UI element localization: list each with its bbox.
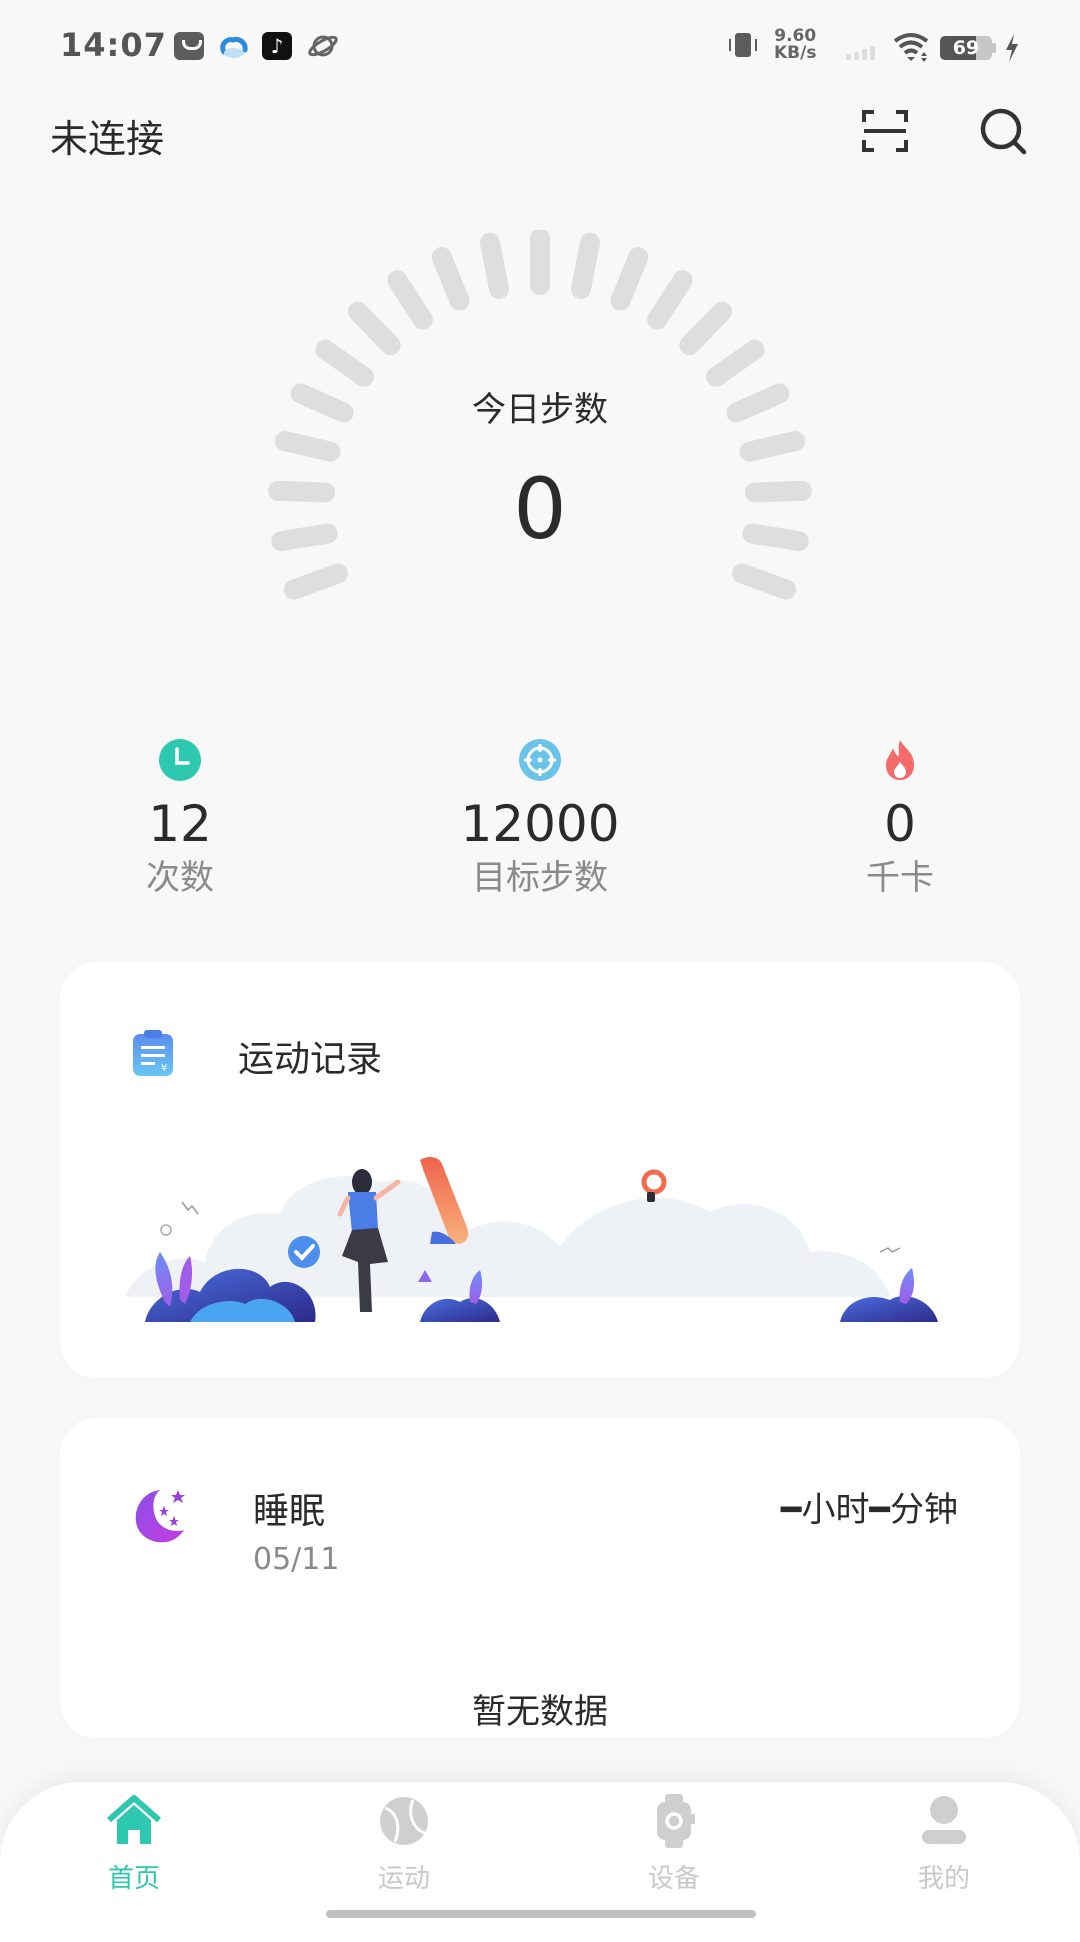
clipboard-icon: ¥ bbox=[133, 1030, 173, 1076]
clock-icon bbox=[159, 739, 201, 781]
home-indicator[interactable] bbox=[326, 1910, 756, 1918]
cloud-icon bbox=[220, 36, 248, 58]
gauge-tick bbox=[283, 563, 348, 600]
search-icon[interactable] bbox=[976, 104, 1030, 158]
watch-icon bbox=[657, 1794, 695, 1848]
network-speed: 9.60 KB/s bbox=[774, 28, 816, 62]
planet-icon bbox=[308, 35, 338, 57]
stat-goal-label: 目标步数 bbox=[472, 858, 608, 898]
stat-goal-value: 12000 bbox=[460, 795, 620, 853]
stat-kcal-value: 0 bbox=[884, 795, 916, 853]
vibrate-icon bbox=[729, 33, 757, 57]
tab-device-label: 设备 bbox=[647, 1864, 700, 1894]
gauge-tick bbox=[274, 431, 341, 462]
gauge-tick bbox=[647, 270, 693, 330]
gauge-tick bbox=[571, 232, 600, 299]
status-time: 14:07 bbox=[60, 26, 167, 64]
gauge-tick bbox=[679, 301, 733, 356]
stat-count-label: 次数 bbox=[146, 858, 214, 898]
gauge-tick bbox=[387, 270, 433, 330]
scan-icon[interactable] bbox=[858, 104, 912, 158]
steps-gauge bbox=[268, 230, 812, 600]
sleep-date: 05/11 bbox=[253, 1542, 340, 1577]
target-icon bbox=[519, 739, 561, 781]
stat-kcal: 0 千卡 bbox=[760, 738, 1040, 900]
exercise-record-title: 运动记录 bbox=[238, 1039, 383, 1080]
gauge-tick bbox=[480, 232, 509, 299]
sleep-duration: ━小时━分钟 bbox=[781, 1490, 958, 1530]
svg-text:¥: ¥ bbox=[161, 1063, 167, 1074]
network-speed-unit: KB/s bbox=[774, 43, 817, 63]
tab-home-label: 首页 bbox=[107, 1864, 160, 1894]
gauge-tick bbox=[610, 247, 649, 311]
exercise-record-card[interactable]: ¥ 运动记录 bbox=[60, 962, 1020, 1378]
tab-home[interactable]: 首页 bbox=[34, 1792, 234, 1895]
tab-sport-label: 运动 bbox=[377, 1864, 430, 1894]
battery-indicator: 69 bbox=[940, 36, 992, 60]
tiktok-icon: ♪ bbox=[262, 32, 292, 60]
gauge-tick bbox=[739, 431, 806, 462]
user-icon bbox=[922, 1796, 966, 1844]
tab-mine-label: 我的 bbox=[917, 1864, 970, 1894]
flame-icon bbox=[886, 740, 914, 780]
exercise-illustration bbox=[125, 1157, 938, 1322]
ball-icon bbox=[380, 1797, 428, 1845]
battery-tip bbox=[992, 43, 996, 53]
tab-device[interactable]: 设备 bbox=[574, 1792, 774, 1895]
tab-sport[interactable]: 运动 bbox=[304, 1792, 504, 1895]
stat-kcal-label: 千卡 bbox=[866, 858, 934, 898]
stat-goal: 12000 目标步数 bbox=[400, 738, 680, 900]
steps-label: 今日步数 bbox=[472, 390, 608, 430]
gauge-tick bbox=[706, 339, 765, 387]
battery-level: 69 bbox=[952, 37, 980, 59]
connection-status-title: 未连接 bbox=[50, 117, 165, 161]
signal-icon bbox=[846, 46, 875, 60]
mail-icon bbox=[174, 32, 204, 60]
tab-mine[interactable]: 我的 bbox=[844, 1792, 1044, 1895]
charging-icon bbox=[1006, 34, 1018, 62]
status-bar: 14:07 ♪ 9.60 KB/s 69 bbox=[0, 0, 1080, 90]
home-icon bbox=[107, 1795, 161, 1844]
wifi-icon bbox=[893, 33, 929, 62]
gauge-tick bbox=[732, 563, 797, 600]
gauge-tick bbox=[347, 301, 401, 356]
gauge-tick bbox=[315, 339, 374, 387]
stat-count-value: 12 bbox=[148, 795, 212, 853]
bottom-nav: 首页 运动 设备 我的 bbox=[0, 1782, 1080, 1942]
moon-icon bbox=[135, 1490, 185, 1543]
steps-value: 0 bbox=[513, 460, 567, 558]
gauge-tick bbox=[431, 247, 470, 311]
sleep-empty-state: 暂无数据 bbox=[472, 1692, 608, 1732]
sleep-title: 睡眠 bbox=[253, 1491, 326, 1532]
sleep-card[interactable]: 睡眠 05/11 ━小时━分钟 暂无数据 bbox=[60, 1418, 1020, 1738]
stat-count: 12 次数 bbox=[40, 738, 320, 900]
